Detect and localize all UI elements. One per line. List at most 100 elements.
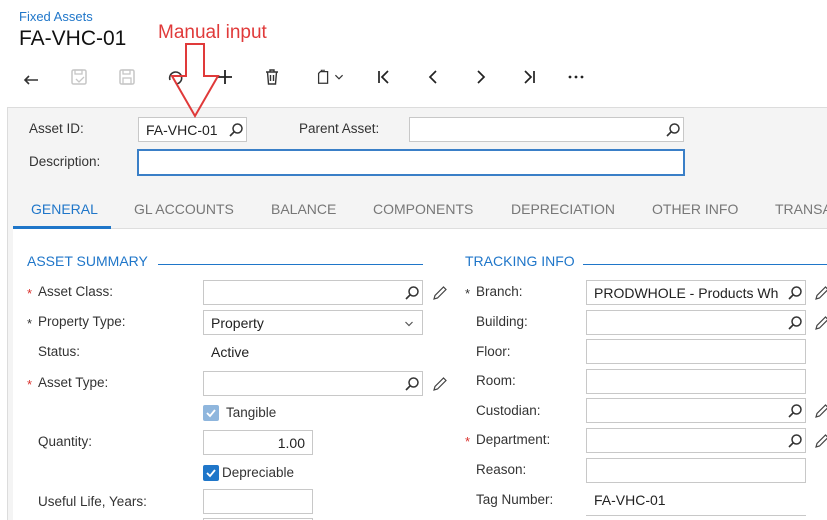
required-marker: * bbox=[465, 286, 471, 301]
tab-depreciation[interactable]: DEPRECIATION bbox=[511, 201, 615, 217]
useful-life-field[interactable] bbox=[203, 489, 313, 514]
more-button[interactable] bbox=[563, 64, 589, 90]
asset-summary-title: ASSET SUMMARY bbox=[27, 253, 148, 269]
search-icon[interactable] bbox=[787, 403, 803, 419]
pencil-edit-icon[interactable] bbox=[814, 285, 827, 301]
property-type-label: Property Type: bbox=[38, 314, 126, 329]
chevron-down-icon bbox=[334, 74, 344, 80]
required-marker: * bbox=[27, 316, 33, 331]
asset-id-value: FA-VHC-01 bbox=[146, 122, 218, 138]
quantity-value: 1.00 bbox=[277, 435, 305, 451]
custodian-label: Custodian: bbox=[476, 403, 541, 418]
branch-value: PRODWHOLE - Products Wh bbox=[594, 285, 779, 301]
asset-id-label: Asset ID: bbox=[29, 121, 84, 136]
tracking-info-divider bbox=[583, 264, 827, 265]
description-field[interactable] bbox=[137, 149, 685, 176]
reason-field[interactable] bbox=[586, 458, 806, 483]
annotation-label: Manual input bbox=[158, 22, 267, 43]
parent-asset-field[interactable] bbox=[409, 117, 684, 142]
next-record-button[interactable] bbox=[468, 64, 494, 90]
pencil-edit-icon[interactable] bbox=[432, 285, 448, 301]
previous-record-icon bbox=[428, 70, 437, 84]
tab-other-info[interactable]: OTHER INFO bbox=[652, 201, 738, 217]
tab-balance[interactable]: BALANCE bbox=[271, 201, 336, 217]
previous-record-button[interactable] bbox=[420, 64, 446, 90]
first-record-button[interactable] bbox=[371, 64, 397, 90]
branch-label: Branch: bbox=[476, 284, 523, 299]
pencil-edit-icon[interactable] bbox=[432, 376, 448, 392]
depreciable-checkbox[interactable] bbox=[203, 465, 219, 481]
branch-field[interactable]: PRODWHOLE - Products Wh bbox=[586, 280, 806, 305]
required-marker: * bbox=[465, 434, 471, 449]
tag-number-value: FA-VHC-01 bbox=[594, 492, 666, 508]
required-marker: * bbox=[27, 286, 33, 301]
search-icon[interactable] bbox=[787, 315, 803, 331]
save-button[interactable] bbox=[114, 64, 140, 90]
search-icon[interactable] bbox=[665, 122, 681, 138]
back-button[interactable] bbox=[18, 64, 44, 90]
floor-field[interactable] bbox=[586, 339, 806, 364]
tangible-checkbox[interactable] bbox=[203, 405, 219, 421]
last-record-button[interactable] bbox=[516, 64, 542, 90]
quantity-field[interactable]: 1.00 bbox=[203, 430, 313, 455]
parent-asset-label: Parent Asset: bbox=[299, 121, 380, 136]
tag-number-underline bbox=[586, 515, 806, 516]
clipboard-icon bbox=[317, 69, 329, 84]
check-icon bbox=[206, 469, 216, 478]
check-icon bbox=[206, 409, 216, 418]
tag-number-label: Tag Number: bbox=[476, 492, 554, 507]
useful-life-label: Useful Life, Years: bbox=[38, 494, 147, 509]
asset-type-label: Asset Type: bbox=[38, 375, 109, 390]
building-label: Building: bbox=[476, 314, 528, 329]
tab-general[interactable]: GENERAL bbox=[31, 201, 98, 217]
breadcrumb[interactable]: Fixed Assets bbox=[19, 9, 93, 24]
page-title: FA-VHC-01 bbox=[19, 27, 127, 50]
custodian-field[interactable] bbox=[586, 398, 806, 423]
description-label: Description: bbox=[29, 154, 101, 169]
annotation-arrow-icon bbox=[170, 43, 220, 119]
save-close-icon bbox=[71, 69, 87, 85]
clipboard-menu-button[interactable] bbox=[310, 64, 350, 90]
first-record-icon bbox=[378, 70, 389, 84]
delete-icon bbox=[266, 69, 278, 85]
asset-type-field[interactable] bbox=[203, 371, 423, 396]
property-type-value: Property bbox=[211, 315, 264, 331]
save-close-button[interactable] bbox=[66, 64, 92, 90]
tab-gl-accounts[interactable]: GL ACCOUNTS bbox=[134, 201, 234, 217]
asset-class-label: Asset Class: bbox=[38, 284, 114, 299]
status-value: Active bbox=[211, 344, 250, 360]
save-icon bbox=[119, 69, 135, 85]
search-icon[interactable] bbox=[787, 433, 803, 449]
last-record-icon bbox=[524, 70, 535, 84]
pencil-edit-icon[interactable] bbox=[814, 315, 827, 331]
building-field[interactable] bbox=[586, 310, 806, 335]
tracking-info-title: TRACKING INFO bbox=[465, 253, 575, 269]
asset-summary-divider bbox=[158, 264, 423, 265]
reason-label: Reason: bbox=[476, 462, 527, 477]
next-record-icon bbox=[477, 70, 486, 84]
chevron-down-icon bbox=[405, 321, 413, 327]
asset-class-field[interactable] bbox=[203, 280, 423, 305]
pencil-edit-icon[interactable] bbox=[814, 403, 827, 419]
delete-button[interactable] bbox=[259, 64, 285, 90]
property-type-select[interactable]: Property bbox=[203, 310, 423, 335]
more-icon bbox=[568, 75, 584, 79]
screen-root: Fixed Assets FA-VHC-01 Asset ID: FA-VHC-… bbox=[0, 0, 827, 520]
search-icon[interactable] bbox=[404, 376, 420, 392]
department-field[interactable] bbox=[586, 428, 806, 453]
department-label: Department: bbox=[476, 432, 551, 447]
asset-id-field[interactable]: FA-VHC-01 bbox=[138, 117, 247, 142]
pencil-edit-icon[interactable] bbox=[814, 433, 827, 449]
search-icon[interactable] bbox=[787, 285, 803, 301]
floor-label: Floor: bbox=[476, 344, 511, 359]
room-label: Room: bbox=[476, 373, 516, 388]
search-icon[interactable] bbox=[404, 285, 420, 301]
quantity-label: Quantity: bbox=[38, 434, 93, 449]
tab-components[interactable]: COMPONENTS bbox=[373, 201, 473, 217]
tab-transactions[interactable]: TRANSA bbox=[775, 201, 827, 217]
room-field[interactable] bbox=[586, 369, 806, 394]
back-arrow-icon bbox=[23, 75, 38, 85]
search-icon[interactable] bbox=[228, 122, 244, 138]
status-label: Status: bbox=[38, 344, 81, 359]
depreciable-label: Depreciable bbox=[222, 465, 295, 480]
